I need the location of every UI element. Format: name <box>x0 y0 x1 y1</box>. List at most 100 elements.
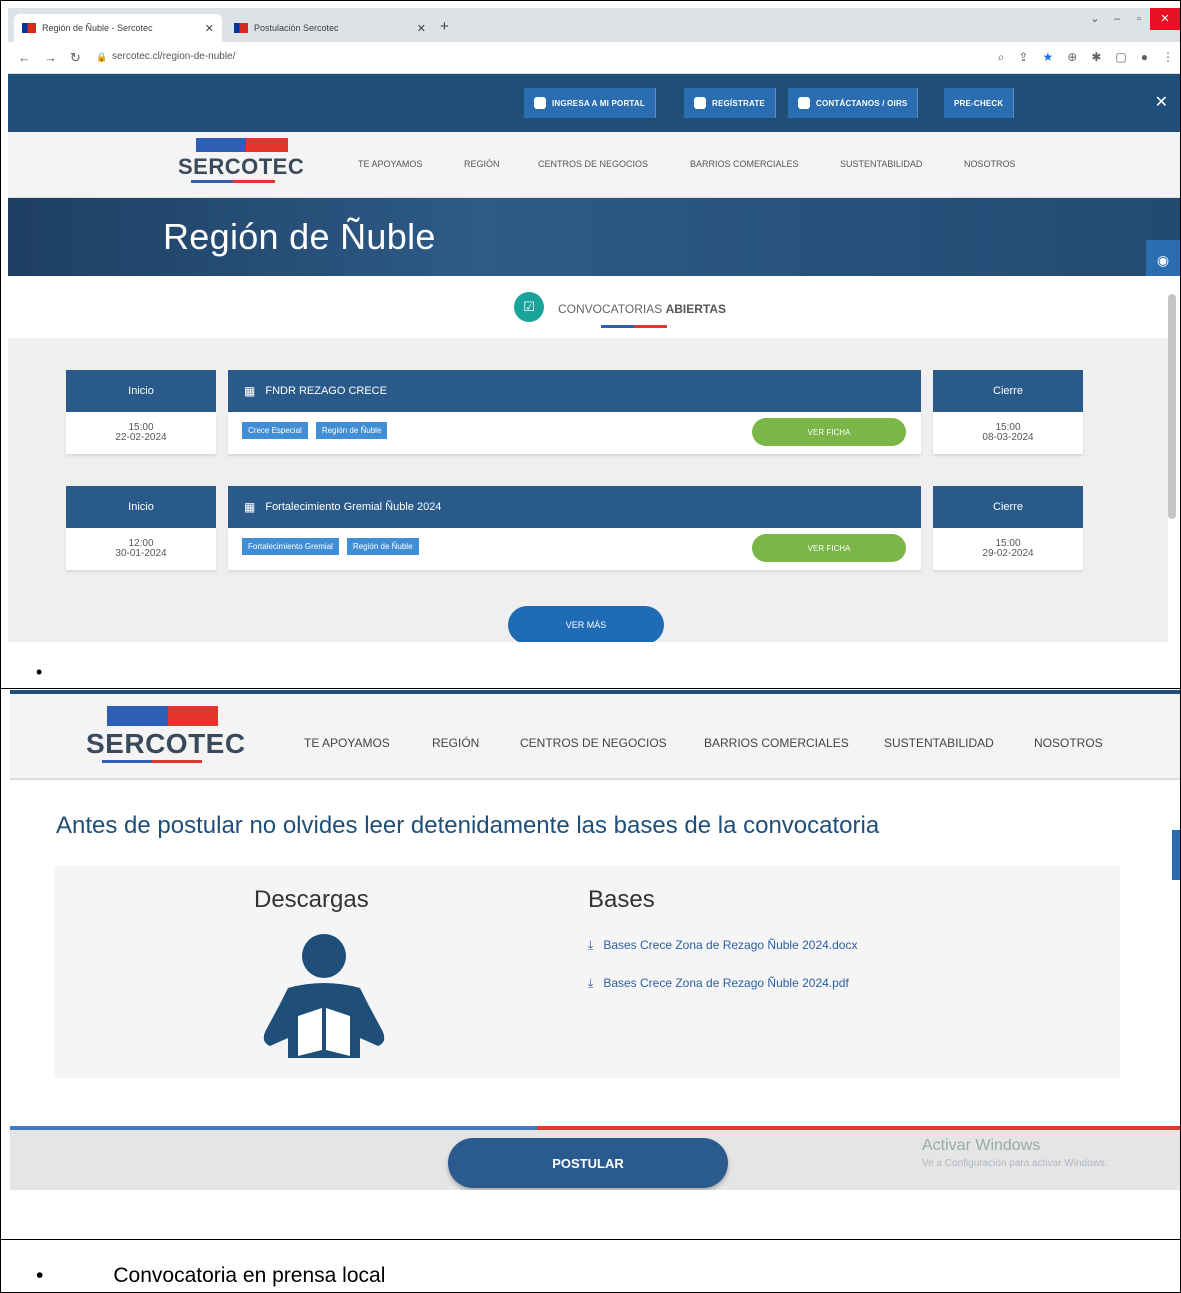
menu-item-sustentabilidad[interactable]: SUSTENTABILIDAD <box>884 736 994 750</box>
reload-icon[interactable]: ↻ <box>70 50 81 66</box>
tag[interactable]: Región de Ñuble <box>315 422 388 439</box>
section-title-bold: ABIERTAS <box>665 302 727 316</box>
tag-list: Fortalecimiento Gremial Región de Ñuble <box>242 538 419 555</box>
bullet: • <box>36 662 43 682</box>
precheck-button[interactable]: PRE-CHECK <box>944 88 1015 118</box>
main-menu: SERCOTEC TE APOYAMOS REGIÓN CENTROS DE N… <box>8 132 1180 198</box>
convocatoria-name: FNDR REZAGO CRECE <box>265 385 387 397</box>
register-button[interactable]: REGÍSTRATE <box>684 88 776 118</box>
profile-icon[interactable]: ● <box>1141 50 1148 65</box>
portal-login-button[interactable]: INGRESA A MI PORTAL <box>524 88 656 118</box>
convocatorias-header: ☑ CONVOCATORIAS ABIERTAS <box>8 276 1180 338</box>
sercotec-logo[interactable]: SERCOTEC <box>86 706 245 763</box>
end-header: Cierre <box>933 370 1083 412</box>
close-window-icon[interactable]: ✕ <box>1150 8 1180 30</box>
contact-button[interactable]: CONTÁCTANOS / OIRS <box>788 88 919 118</box>
share-icon[interactable]: ⇪ <box>1018 50 1028 65</box>
screenshot-postulacion: SERCOTEC TE APOYAMOS REGIÓN CENTROS DE N… <box>10 690 1180 1190</box>
forward-icon[interactable]: → <box>44 50 57 65</box>
caption-text: Convocatoria en prensa local <box>113 1264 386 1287</box>
menu-item-nosotros[interactable]: NOSOTROS <box>1034 736 1103 750</box>
end-header: Cierre <box>933 486 1083 528</box>
convocatoria-name: Fortalecimiento Gremial Ñuble 2024 <box>265 501 442 513</box>
button-label: INGRESA A MI PORTAL <box>552 98 645 108</box>
back-icon[interactable]: ← <box>18 50 31 65</box>
section-title-prefix: CONVOCATORIAS <box>558 302 663 316</box>
menu-item-te-apoyamos[interactable]: TE APOYAMOS <box>304 736 390 750</box>
table-row-divider <box>0 1239 1181 1240</box>
convocatoria-title: ▦ FNDR REZAGO CRECE <box>228 370 921 412</box>
browser-tab[interactable]: Región de Ñuble - Sercotec ✕ <box>14 14 222 42</box>
close-icon[interactable]: ✕ <box>1155 92 1168 112</box>
menu-item-centros[interactable]: CENTROS DE NEGOCIOS <box>520 736 667 750</box>
user-icon <box>534 97 546 109</box>
close-tab-icon[interactable]: ✕ <box>205 22 214 35</box>
puzzle-icon[interactable]: ✱ <box>1091 50 1101 65</box>
end-date-cell: 15:00 08-03-2024 <box>933 412 1083 454</box>
file-name: Bases Crece Zona de Rezago Ñuble 2024.pd… <box>603 976 849 990</box>
table-row-divider <box>0 688 1181 689</box>
tag-list: Crece Especial Región de Ñuble <box>242 422 388 439</box>
button-label: VER FICHA <box>807 543 851 553</box>
menu-item-sustentabilidad[interactable]: SUSTENTABILIDAD <box>840 159 922 169</box>
ver-mas-button[interactable]: VER MÁS <box>508 606 664 642</box>
menu-item-barrios[interactable]: BARRIOS COMERCIALES <box>690 159 799 169</box>
download-link-docx[interactable]: ⤓ Bases Crece Zona de Rezago Ñuble 2024.d… <box>588 938 857 953</box>
sidepanel-icon[interactable]: ▢ <box>1115 50 1126 65</box>
download-link-pdf[interactable]: ⤓ Bases Crece Zona de Rezago Ñuble 2024.p… <box>588 976 849 991</box>
zoom-icon[interactable]: ⌕ <box>998 50 1005 65</box>
browser-tab-bar: Región de Ñuble - Sercotec ✕ Postulación… <box>8 8 1180 42</box>
logo-text: SERCOTEC <box>178 154 305 179</box>
downloads-box: Descargas Bases ⤓ Bases Crece Zona de Rez… <box>54 866 1120 1078</box>
eye-icon[interactable]: ◉ <box>1146 240 1180 280</box>
menu-item-te-apoyamos[interactable]: TE APOYAMOS <box>358 159 422 169</box>
bookmark-star-icon[interactable]: ★ <box>1043 50 1054 65</box>
browser-tab[interactable]: Postulación Sercotec ✕ <box>226 14 434 42</box>
tag[interactable]: Crece Especial <box>242 422 308 439</box>
bullet: • <box>36 1264 44 1287</box>
url-field[interactable]: sercotec.cl/region-de-nuble/ <box>112 51 235 62</box>
ver-ficha-button[interactable]: VER FICHA <box>752 418 906 446</box>
sercotec-logo[interactable]: SERCOTEC <box>178 138 305 183</box>
new-tab-icon[interactable]: + <box>440 18 449 35</box>
menu-item-barrios[interactable]: BARRIOS COMERCIALES <box>704 736 849 750</box>
minimize-icon[interactable]: – <box>1106 8 1128 30</box>
button-label: VER FICHA <box>807 427 851 437</box>
calendar-check-icon: ☑ <box>514 292 544 322</box>
kebab-menu-icon[interactable]: ⋮ <box>1162 50 1174 65</box>
start-header: Inicio <box>66 486 216 528</box>
address-bar: ← → ↻ 🔒 sercotec.cl/region-de-nuble/ ⌕ ⇪… <box>8 42 1180 74</box>
bases-title: Bases <box>588 886 655 913</box>
mail-icon <box>798 97 810 109</box>
flag-icon <box>234 23 248 33</box>
start-header-label: Inicio <box>128 501 154 513</box>
menu-item-region[interactable]: REGIÓN <box>432 736 479 750</box>
side-tab[interactable] <box>1172 830 1180 880</box>
menu-item-region[interactable]: REGIÓN <box>464 159 500 169</box>
scrollbar[interactable] <box>1168 294 1176 519</box>
instructions-heading: Antes de postular no olvides leer deteni… <box>56 812 880 839</box>
descargas-title: Descargas <box>254 886 369 913</box>
button-label: VER MÁS <box>565 620 607 630</box>
menu-item-centros[interactable]: CENTROS DE NEGOCIOS <box>538 159 648 169</box>
end-header-label: Cierre <box>993 385 1023 397</box>
extension-icon[interactable]: ⊕ <box>1067 50 1077 65</box>
start-header-label: Inicio <box>128 385 154 397</box>
menu-item-nosotros[interactable]: NOSOTROS <box>964 159 1016 169</box>
chevron-down-icon[interactable]: ⌄ <box>1084 8 1106 30</box>
ver-ficha-button[interactable]: VER FICHA <box>752 534 906 562</box>
section-title: CONVOCATORIAS ABIERTAS <box>558 302 726 316</box>
postular-button[interactable]: POSTULAR <box>448 1138 728 1188</box>
restore-icon[interactable]: ▫ <box>1128 8 1150 30</box>
tab-title: Región de Ñuble - Sercotec <box>42 23 153 33</box>
hero-banner: Región de Ñuble ◉ <box>8 198 1180 280</box>
calendar-icon: ▦ <box>244 384 256 398</box>
windows-watermark-subtitle: Ve a Configuración para activar Windows. <box>922 1158 1108 1169</box>
tag[interactable]: Región de Ñuble <box>346 538 419 555</box>
window-controls: ⌄ – ▫ ✕ <box>1084 8 1180 30</box>
close-tab-icon[interactable]: ✕ <box>417 22 426 35</box>
lock-icon: 🔒 <box>96 52 108 62</box>
tag[interactable]: Fortalecimiento Gremial <box>242 538 339 555</box>
portal-bar: INGRESA A MI PORTAL REGÍSTRATE CONTÁCTAN… <box>8 74 1180 132</box>
convocatoria-title: ▦ Fortalecimiento Gremial Ñuble 2024 <box>228 486 921 528</box>
